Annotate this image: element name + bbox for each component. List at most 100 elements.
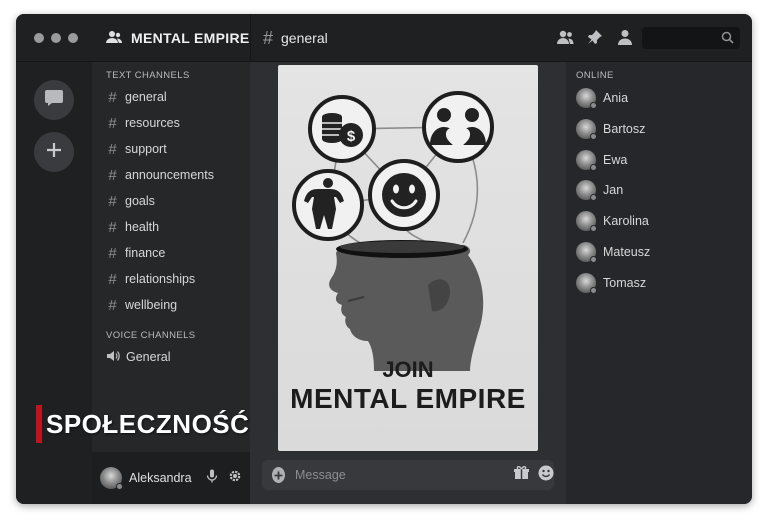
member-item[interactable]: Jan — [576, 177, 623, 203]
online-header: ONLINE — [576, 70, 614, 81]
channel-sidebar: TEXT CHANNELS # general # resources # suppo… — [92, 62, 250, 452]
gift-icon[interactable] — [514, 465, 529, 485]
members-icon — [106, 30, 122, 47]
channel-resources[interactable]: # resources — [106, 112, 180, 134]
status-indicator — [590, 164, 597, 171]
hash-icon: # — [108, 296, 117, 314]
status-indicator — [116, 483, 123, 490]
avatar — [576, 211, 597, 232]
hash-icon: # — [108, 166, 117, 184]
title-bar: MENTAL EMPIRE # general — [16, 14, 752, 62]
window-controls — [34, 33, 78, 43]
member-item[interactable]: Karolina — [576, 208, 649, 234]
channel-announcements[interactable]: # announcements — [106, 164, 214, 186]
strength-icon — [292, 169, 364, 241]
channel-label: finance — [125, 246, 166, 260]
search-icon — [721, 31, 734, 49]
accent-bar — [36, 405, 42, 443]
member-name: Bartosz — [603, 122, 646, 136]
avatar[interactable] — [100, 467, 123, 490]
member-name: Karolina — [603, 214, 649, 228]
member-item[interactable]: Bartosz — [576, 116, 645, 142]
divider — [250, 14, 251, 62]
community-caption: SPOŁECZNOŚĆ — [36, 404, 249, 444]
server-header[interactable]: MENTAL EMPIRE — [106, 14, 250, 62]
username: Aleksandra — [129, 471, 192, 485]
channel-label: health — [125, 220, 160, 234]
member-item[interactable]: Ewa — [576, 147, 627, 173]
channel-label: general — [125, 90, 167, 104]
svg-text:$: $ — [347, 128, 356, 145]
members-sidebar: ONLINE Ania Bartosz Ewa Jan Karolina Mat… — [566, 62, 752, 504]
avatar — [576, 180, 597, 201]
avatar — [576, 273, 597, 294]
text-channels-category[interactable]: TEXT CHANNELS — [106, 70, 190, 81]
hash-icon: # — [108, 114, 117, 132]
voice-channels-category[interactable]: VOICE CHANNELS — [106, 330, 196, 341]
channel-label: resources — [125, 116, 180, 130]
voice-channel-general[interactable]: General — [106, 346, 170, 368]
maximize-window-button[interactable] — [68, 33, 78, 43]
member-item[interactable]: Ania — [576, 85, 628, 111]
channel-label: goals — [125, 194, 155, 208]
member-name: Tomasz — [603, 276, 647, 290]
channel-finance[interactable]: # finance — [106, 242, 165, 264]
gear-icon[interactable] — [228, 469, 242, 488]
channel-label: announcements — [125, 168, 214, 182]
poster-join-text: JOIN — [382, 357, 434, 382]
poster-image[interactable]: $ JOIN MENTAL EMPIRE — [278, 65, 538, 451]
mic-icon[interactable] — [206, 469, 218, 488]
header-toolbar — [556, 28, 634, 46]
head-illustration — [329, 240, 484, 371]
chat-icon — [44, 89, 64, 112]
member-item[interactable]: Mateusz — [576, 239, 650, 265]
plus-icon — [46, 142, 62, 163]
status-indicator — [590, 225, 597, 232]
status-indicator — [590, 256, 597, 263]
member-item[interactable]: Tomasz — [576, 270, 646, 296]
pin-icon[interactable] — [586, 28, 604, 46]
relationship-icon — [422, 91, 494, 163]
channel-label: support — [125, 142, 167, 156]
search-input[interactable] — [642, 27, 740, 49]
message-input[interactable] — [295, 468, 456, 482]
status-indicator — [590, 194, 597, 201]
avatar — [576, 242, 597, 263]
member-name: Ewa — [603, 153, 628, 167]
caption-text: SPOŁECZNOŚĆ — [46, 408, 250, 439]
avatar — [576, 88, 597, 109]
emoji-icon[interactable] — [538, 465, 554, 486]
channel-label: relationships — [125, 272, 196, 286]
channel-wellbeing[interactable]: # wellbeing — [106, 294, 177, 316]
add-server-button[interactable] — [34, 132, 74, 172]
money-icon: $ — [308, 95, 376, 163]
status-indicator — [590, 102, 597, 109]
status-indicator — [590, 287, 597, 294]
attach-plus-icon[interactable] — [272, 467, 285, 483]
channel-label: wellbeing — [125, 298, 178, 312]
speaker-icon — [106, 350, 120, 365]
close-window-button[interactable] — [34, 33, 44, 43]
members-icon[interactable] — [556, 28, 574, 46]
member-name: Ania — [603, 91, 629, 105]
channel-support[interactable]: # support — [106, 138, 167, 160]
hash-icon: # — [108, 88, 117, 106]
hash-icon: # — [263, 27, 274, 48]
hash-icon: # — [108, 192, 117, 210]
channel-relationships[interactable]: # relationships — [106, 268, 195, 290]
member-name: Mateusz — [603, 245, 651, 259]
member-name: Jan — [603, 183, 624, 197]
poster-title-text: MENTAL EMPIRE — [290, 383, 526, 414]
channel-goals[interactable]: # goals — [106, 190, 155, 212]
avatar — [576, 150, 597, 171]
direct-messages-button[interactable] — [34, 80, 74, 120]
chat-area: $ JOIN MENTAL EMPIRE Message — [250, 62, 566, 504]
user-icon[interactable] — [616, 28, 634, 46]
channel-health[interactable]: # health — [106, 216, 159, 238]
hash-icon: # — [108, 244, 117, 262]
channel-general[interactable]: # general — [106, 86, 167, 108]
minimize-window-button[interactable] — [51, 33, 61, 43]
happy-face-icon — [368, 159, 440, 231]
avatar — [576, 119, 597, 140]
channel-header: # general — [263, 14, 328, 62]
